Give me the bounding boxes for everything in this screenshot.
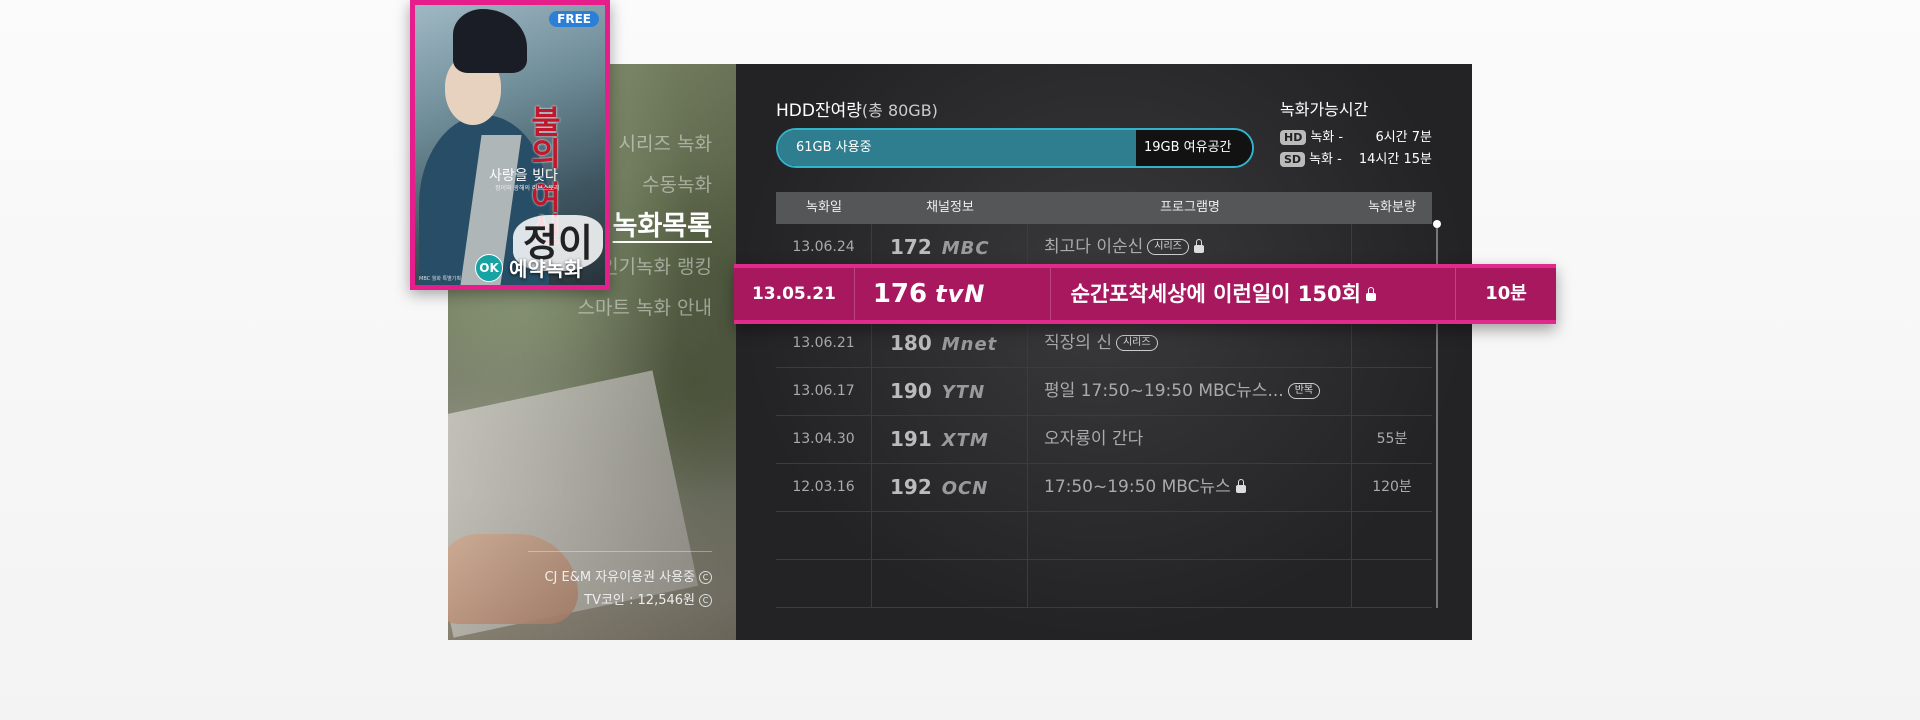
program-tag: 시리즈 <box>1115 335 1158 351</box>
row-program: 직장의 신 시리즈 <box>1028 320 1352 367</box>
hdd-usage-bar: 61GB 사용중 19GB 여유공간 <box>776 128 1254 168</box>
hd-badge: HD <box>1280 130 1307 145</box>
selected-row[interactable]: 13.05.21 176 tvN 순간포착세상에 이런일이 150회 10분 <box>734 264 1556 324</box>
selected-duration: 10분 <box>1485 283 1527 304</box>
ok-key-icon: OK <box>475 253 503 282</box>
pass-icon: C <box>699 571 712 584</box>
hdd-used-label: 61GB 사용중 <box>778 130 1136 166</box>
row-date: 13.06.21 <box>776 320 872 367</box>
scroll-thumb[interactable] <box>1433 220 1441 228</box>
selected-channel: 176 tvN <box>855 268 1051 320</box>
channel-logo: MBC <box>941 238 990 259</box>
row-duration: 55분 <box>1376 431 1408 447</box>
channel-number: 191 <box>890 427 932 451</box>
table-row[interactable]: 13.06.21 180 Mnet 직장의 신 시리즈 <box>776 320 1432 368</box>
selected-date: 13.05.21 <box>734 268 855 320</box>
header-date: 녹화일 <box>806 200 842 215</box>
row-duration <box>1352 320 1432 367</box>
row-program: 17:50~19:50 MBC뉴스 <box>1028 464 1352 511</box>
table-header: 녹화일 채널정보 프로그램명 녹화분량 <box>776 192 1432 224</box>
program-poster[interactable]: FREE 불의 여신 사랑을 빚다 정이와 광해의 러브스토리 정이 MBC 월… <box>410 0 610 290</box>
tvn-logo: tvN <box>935 280 986 308</box>
program-tag: 반복 <box>1287 383 1321 399</box>
row-program: 평일 17:50~19:50 MBC뉴스... 반복 <box>1028 368 1352 415</box>
table-row[interactable]: 12.03.16 192 OCN 17:50~19:50 MBC뉴스 120분 <box>776 464 1432 512</box>
header-duration: 녹화분량 <box>1368 200 1416 215</box>
poster-tagline: 사랑을 빚다 <box>489 168 558 184</box>
channel-logo: XTM <box>941 430 989 451</box>
channel-number: 192 <box>890 475 932 499</box>
program-name: 최고다 이순신 <box>1044 237 1144 257</box>
table-row <box>776 560 1432 608</box>
poster-credit: MBC 월화 특별기획 <box>419 276 461 282</box>
recording-table: 녹화일 채널정보 프로그램명 녹화분량 13.06.24 172 MBC 최고다 이순… <box>776 192 1432 608</box>
lock-icon <box>1235 479 1246 493</box>
record-time-title: 녹화가능시간 <box>1280 100 1369 119</box>
row-channel: 192 OCN <box>872 464 1028 511</box>
hdd-free-label: 19GB 여유공간 <box>1136 130 1252 166</box>
poster-figure-hat <box>453 9 527 73</box>
header-program: 프로그램명 <box>1160 200 1220 215</box>
program-name: 직장의 신 <box>1044 333 1112 353</box>
row-duration <box>1352 560 1432 607</box>
channel-logo: YTN <box>941 382 986 403</box>
program-tag: 시리즈 <box>1147 239 1189 255</box>
table-row[interactable]: 13.04.30 191 XTM 오자룡이 간다 55분 <box>776 416 1432 464</box>
row-channel: 191 XTM <box>872 416 1028 463</box>
hdd-title: HDD잔여량(총 80GB) <box>776 101 938 121</box>
record-time-hd: HD 녹화 - 6시간 7분 <box>1280 128 1432 148</box>
row-duration: 120분 <box>1372 479 1412 495</box>
tv-coin-balance: TV코인 : 12,546원 <box>584 593 695 608</box>
row-date: 13.04.30 <box>776 416 872 463</box>
program-name: 17:50~19:50 MBC뉴스 <box>1044 477 1231 497</box>
program-name: 평일 17:50~19:50 MBC뉴스... <box>1044 381 1284 401</box>
free-badge: FREE <box>549 11 599 27</box>
row-program <box>1028 512 1352 559</box>
row-channel <box>872 560 1028 607</box>
row-date <box>776 512 872 559</box>
coin-icon: C <box>699 594 712 607</box>
menu-item-smart-recording-guide[interactable]: 스마트 녹화 안내 <box>578 288 712 329</box>
selected-program: 순간포착세상에 이런일이 150회 <box>1051 268 1457 320</box>
channel-number: 180 <box>890 331 932 355</box>
row-program <box>1028 560 1352 607</box>
record-time-sd: SD 녹화 - 14시간 15분 <box>1280 150 1432 170</box>
row-duration <box>1352 512 1432 559</box>
table-row[interactable]: 13.06.17 190 YTN 평일 17:50~19:50 MBC뉴스... 반복 <box>776 368 1432 416</box>
channel-number: 172 <box>890 235 932 259</box>
row-duration <box>1352 368 1432 415</box>
channel-logo: Mnet <box>941 334 998 355</box>
row-date: 13.06.17 <box>776 368 872 415</box>
sd-badge: SD <box>1280 152 1306 167</box>
channel-logo: OCN <box>941 478 989 499</box>
table-row <box>776 512 1432 560</box>
row-channel <box>872 512 1028 559</box>
header-channel: 채널정보 <box>926 200 974 215</box>
lock-icon <box>1365 287 1376 301</box>
reserve-recording-button[interactable]: OK 예약녹화 <box>475 253 583 282</box>
program-name: 오자룡이 간다 <box>1044 429 1144 449</box>
row-channel: 180 Mnet <box>872 320 1028 367</box>
divider <box>528 551 712 552</box>
recording-list-content: HDD잔여량(총 80GB) 61GB 사용중 19GB 여유공간 녹화가능시간… <box>736 64 1472 640</box>
pass-status: CJ E&M 자유이용권 사용중 <box>544 570 695 585</box>
channel-number: 190 <box>890 379 932 403</box>
lock-icon <box>1193 239 1204 253</box>
poster-tagline-sub: 정이와 광해의 러브스토리 <box>495 185 560 192</box>
reserve-recording-label: 예약녹화 <box>509 257 583 281</box>
subscription-info: CJ E&M 자유이용권 사용중 C TV코인 : 12,546원 C <box>448 551 712 612</box>
row-date: 12.03.16 <box>776 464 872 511</box>
row-channel: 190 YTN <box>872 368 1028 415</box>
row-program: 오자룡이 간다 <box>1028 416 1352 463</box>
row-date <box>776 560 872 607</box>
